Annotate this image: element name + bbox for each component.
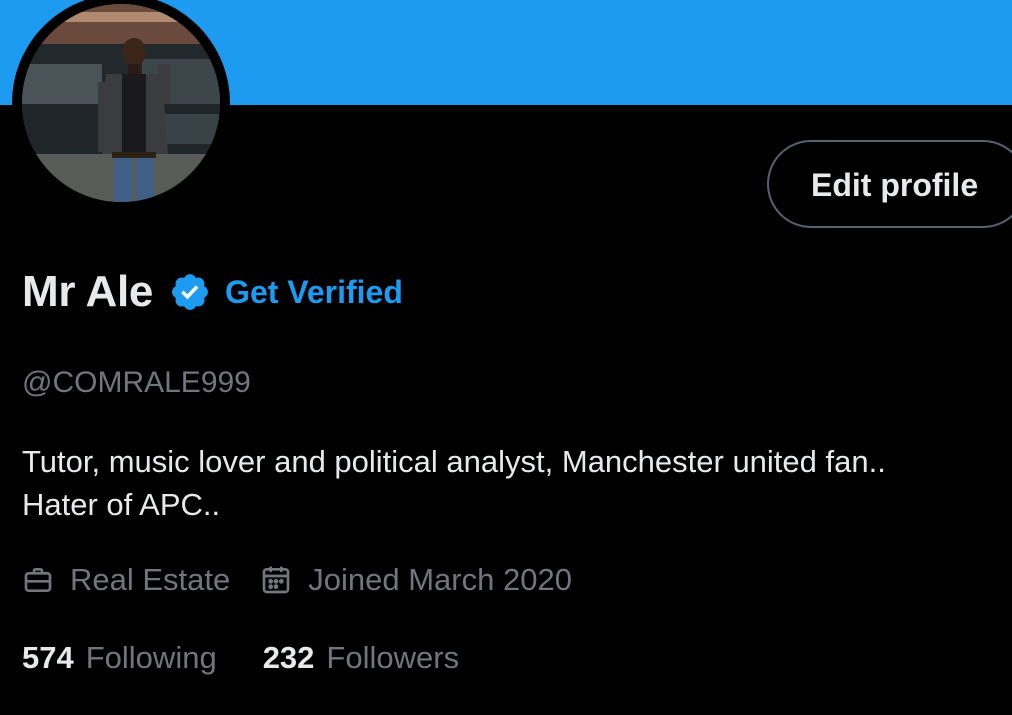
following-link[interactable]: 574 Following [22,640,217,676]
avatar[interactable] [22,4,220,202]
avatar-frame [12,0,230,212]
name-row: Mr Ale Get Verified [22,262,403,322]
joined-text: Joined March 2020 [308,562,572,597]
edit-profile-button[interactable]: Edit profile [767,140,1012,228]
profession-item: Real Estate [22,562,230,598]
profile-page: Edit profile Mr Ale Get Verified @COMRAL… [0,0,1012,715]
profession-text: Real Estate [70,562,231,597]
bio-line: Hater of APC.. [22,487,221,522]
bio-line: Tutor, music lover and political analyst… [22,444,886,479]
followers-label: Followers [326,640,460,675]
joined-item: Joined March 2020 [260,562,572,598]
following-label: Following [85,640,217,675]
followers-link[interactable]: 232 Followers [263,640,459,676]
display-name: Mr Ale [22,267,154,316]
followers-count: 232 [262,640,315,675]
user-handle: @COMRALE999 [22,366,251,399]
verified-badge-icon[interactable] [169,271,211,313]
briefcase-icon [22,564,54,596]
follow-stats: 574 Following 232 Followers [22,640,459,676]
following-count: 574 [22,640,74,675]
get-verified-link[interactable]: Get Verified [225,274,403,311]
avatar-photo [22,4,220,202]
calendar-icon [260,564,292,596]
bio: Tutor, music lover and political analyst… [22,440,1012,526]
profile-meta: Real Estate Joined March 2020 [22,562,572,598]
